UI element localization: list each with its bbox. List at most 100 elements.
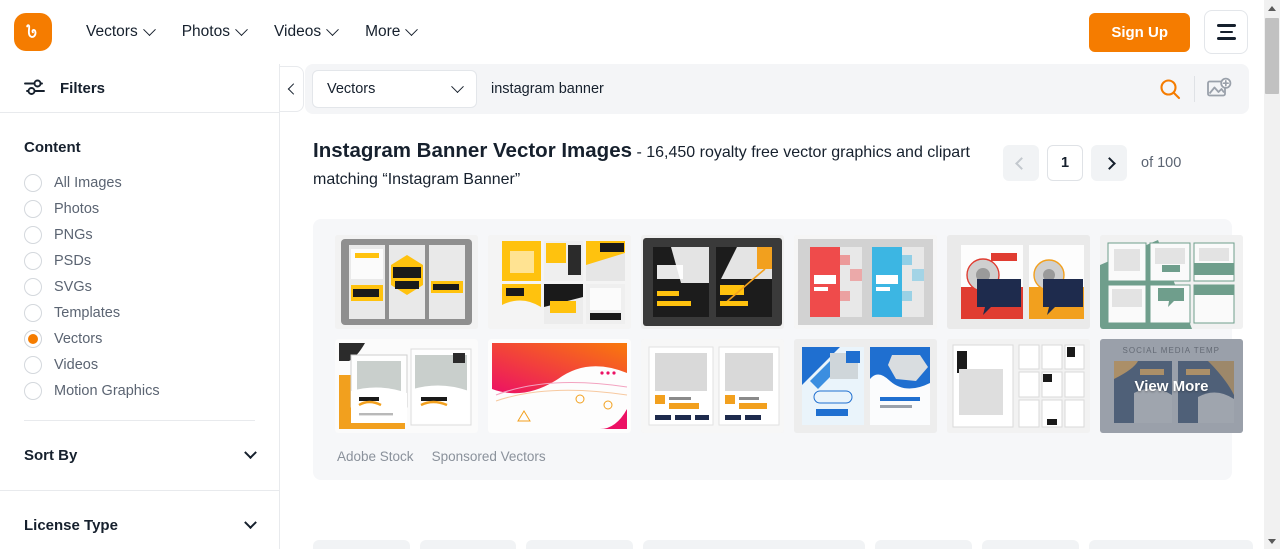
content-filter-title: Content [24, 139, 81, 156]
chevron-down-icon [405, 22, 419, 36]
sponsored-thumbnail-business-banner[interactable] [794, 235, 937, 329]
chevron-down-icon [142, 22, 156, 36]
view-more-label: View More [1134, 377, 1209, 395]
search-bar-container: Vectors [305, 64, 1249, 114]
scroll-down-arrow-icon[interactable] [1264, 533, 1280, 549]
sidebar-collapse-button[interactable] [280, 66, 304, 112]
adobe-stock-link[interactable]: Adobe Stock [337, 449, 414, 464]
radio-icon[interactable] [24, 200, 42, 218]
nav-item-label: More [365, 23, 401, 40]
main-content: Instagram Banner Vector Images - 16,450 … [281, 113, 1264, 549]
result-card-placeholder[interactable] [981, 540, 1079, 549]
filters-header: Filters [0, 64, 280, 113]
nav-item-more[interactable]: More [351, 17, 430, 47]
nav-item-label: Videos [273, 23, 322, 40]
result-card-placeholder[interactable] [1088, 540, 1253, 549]
sponsored-thumbnail-yellow-grid[interactable] [488, 235, 631, 329]
sponsored-thumbnail-start-today[interactable] [641, 235, 784, 329]
page-scrollbar[interactable] [1264, 0, 1280, 549]
sponsored-thumbnail-green-templates[interactable] [1100, 235, 1243, 329]
pagination: 1 of 100 [1003, 137, 1181, 181]
filter-option-svgs[interactable]: SVGs [24, 274, 255, 300]
page-root: Vectors Photos Videos More Sign Up Filte… [0, 0, 1280, 549]
result-card-placeholder[interactable] [419, 540, 517, 549]
chevron-left-icon [1014, 156, 1028, 170]
result-card-placeholder[interactable] [526, 540, 633, 549]
radio-icon-selected[interactable] [24, 330, 42, 348]
vectorstock-logo-icon[interactable] [14, 13, 52, 51]
sponsored-thumbnail-row-1 [335, 235, 1243, 329]
sponsored-thumbnail-dream-holiday[interactable] [335, 339, 478, 433]
sponsored-thumbnail-row-2: SOCIAL MEDIA TEMP View More [335, 339, 1243, 433]
sponsored-thumbnail-make-your-dream[interactable] [641, 339, 784, 433]
view-more-overlay[interactable]: View More [1100, 339, 1243, 433]
chevron-down-icon [235, 22, 248, 36]
result-card-placeholder[interactable] [875, 540, 972, 549]
result-card-placeholder[interactable] [313, 540, 410, 549]
filter-option-label: Videos [54, 357, 99, 373]
chevron-down-icon [244, 516, 257, 530]
filter-option-label: PNGs [54, 227, 93, 243]
filter-option-photos[interactable]: Photos [24, 196, 255, 222]
radio-icon[interactable] [24, 356, 42, 374]
sponsored-results-panel: SOCIAL MEDIA TEMP View More [313, 219, 1243, 480]
scrollbar-thumb[interactable] [1265, 18, 1279, 94]
nav-item-label: Photos [181, 23, 230, 40]
filter-option-label: Photos [54, 201, 100, 217]
radio-icon[interactable] [24, 278, 42, 296]
filter-option-videos[interactable]: Videos [24, 352, 255, 378]
nav-item-photos[interactable]: Photos [168, 17, 260, 47]
nav-item-videos[interactable]: Videos [260, 17, 351, 47]
tune-sliders-icon [24, 77, 46, 100]
chevron-down-icon [451, 79, 464, 93]
radio-icon[interactable] [24, 252, 42, 270]
radio-icon[interactable] [24, 382, 42, 400]
chevron-left-icon [287, 83, 299, 95]
pagination-total-label: of 100 [1141, 155, 1182, 171]
search-button[interactable] [1146, 69, 1194, 109]
scroll-up-arrow-icon[interactable] [1264, 0, 1280, 16]
image-add-search-icon [1207, 77, 1232, 97]
search-category-select[interactable]: Vectors [312, 70, 477, 108]
filter-option-all-images[interactable]: All Images [24, 170, 255, 196]
sidebar-section-license-type[interactable]: License Type [0, 491, 279, 549]
filters-label: Filters [60, 79, 106, 97]
filters-sidebar: Content All Images Photos PNGs PSDs SVGs [0, 113, 280, 549]
nav-item-vectors[interactable]: Vectors [72, 17, 168, 47]
page-title: Instagram Banner Vector Images - 16,450 … [313, 137, 1003, 193]
sidebar-section-sort-by[interactable]: Sort By [0, 421, 279, 491]
radio-icon[interactable] [24, 226, 42, 244]
pagination-prev-button[interactable] [1003, 145, 1039, 181]
filter-option-vectors[interactable]: Vectors [24, 326, 255, 352]
sidebar-section-title: License Type [24, 517, 118, 534]
filter-option-label: Templates [54, 305, 121, 321]
sign-up-button[interactable]: Sign Up [1089, 12, 1190, 52]
filter-option-motion-graphics[interactable]: Motion Graphics [24, 378, 255, 404]
hamburger-menu-icon[interactable] [1204, 10, 1248, 54]
radio-icon[interactable] [24, 304, 42, 322]
filter-option-label: SVGs [54, 279, 92, 295]
result-card-placeholder[interactable] [642, 540, 866, 549]
sponsored-vectors-link[interactable]: Sponsored Vectors [432, 449, 546, 464]
sponsored-thumbnail-mega-sale[interactable] [335, 235, 478, 329]
image-search-button[interactable] [1195, 69, 1243, 109]
pagination-next-button[interactable] [1091, 145, 1127, 181]
filter-option-label: Vectors [54, 331, 103, 347]
radio-icon[interactable] [24, 174, 42, 192]
sponsored-thumbnail-wireframe-grid[interactable] [947, 339, 1090, 433]
search-category-value: Vectors [327, 81, 376, 97]
magnifier-icon [1160, 79, 1181, 100]
nav-item-label: Vectors [86, 23, 138, 40]
sidebar-section-title: Sort By [24, 447, 78, 464]
sponsored-thumbnail-about-us[interactable] [947, 235, 1090, 329]
chevron-right-icon [1102, 156, 1116, 170]
search-bar: Vectors [305, 64, 1249, 114]
sponsored-thumbnail-travel-view-more[interactable]: SOCIAL MEDIA TEMP View More [1100, 339, 1243, 433]
pagination-current-page[interactable]: 1 [1047, 145, 1083, 181]
sponsored-thumbnail-gradient-wave[interactable] [488, 339, 631, 433]
filter-option-pngs[interactable]: PNGs [24, 222, 255, 248]
filter-option-templates[interactable]: Templates [24, 300, 255, 326]
filter-option-psds[interactable]: PSDs [24, 248, 255, 274]
sponsored-thumbnail-blue-agency[interactable] [794, 339, 937, 433]
search-input[interactable] [477, 81, 1146, 97]
